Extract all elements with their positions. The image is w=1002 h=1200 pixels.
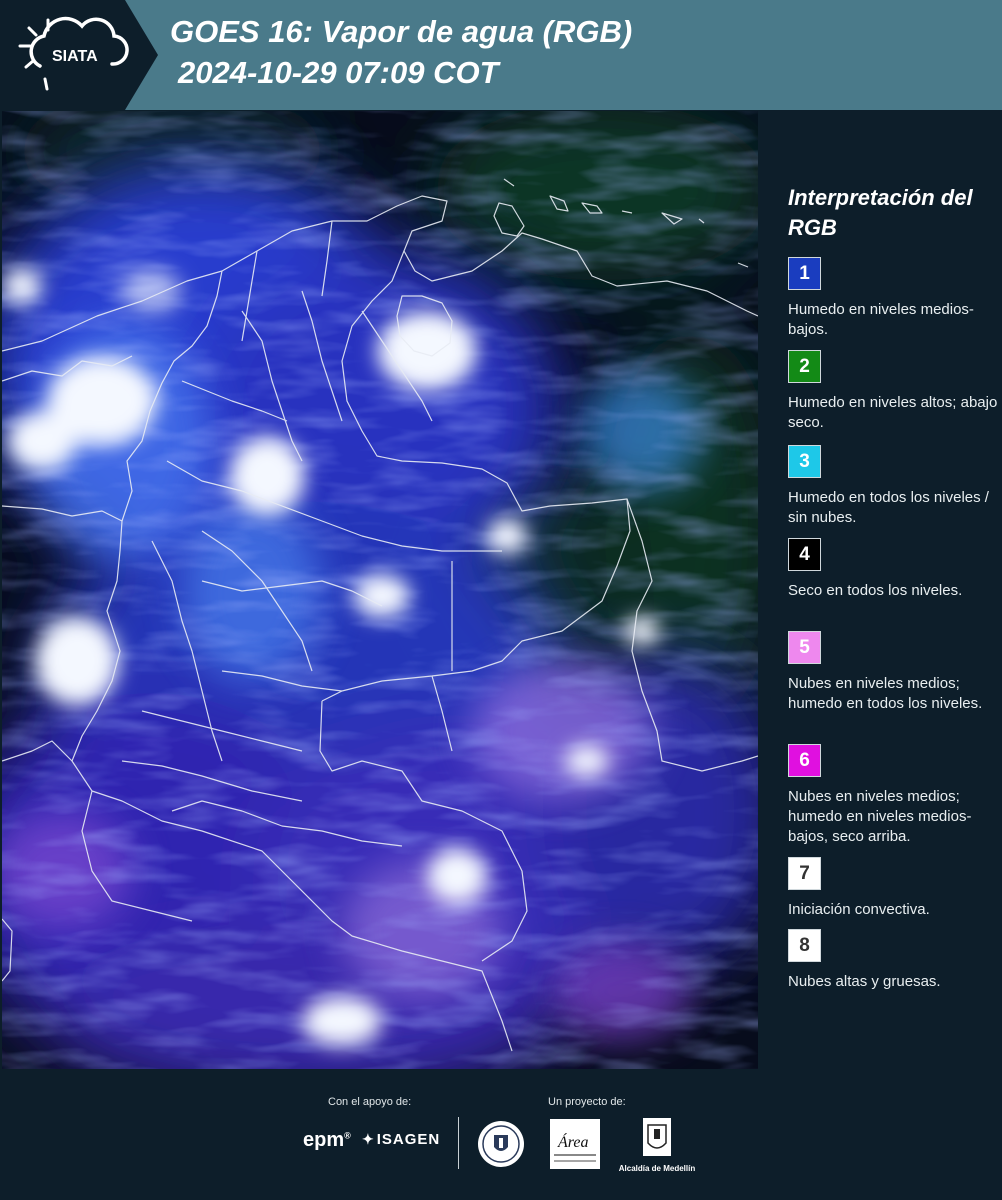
legend-item-5: 5 Nubes en niveles medios; humedo en tod… xyxy=(788,631,998,714)
header-bar: SIATA GOES 16: Vapor de agua (RGB) 2024-… xyxy=(0,0,1002,110)
siata-logo-text: SIATA xyxy=(52,48,98,65)
legend-item-7: 7 Iniciación convectiva. xyxy=(788,857,998,920)
legend-item-4: 4 Seco en todos los niveles. xyxy=(788,538,998,601)
legend-title: Interpretación del RGB xyxy=(788,185,973,240)
legend-swatch-4: 4 xyxy=(788,538,821,571)
legend-desc-7: Iniciación convectiva. xyxy=(788,901,930,918)
legend-desc-4: Seco en todos los niveles. xyxy=(788,582,963,599)
legend-swatch-2: 2 xyxy=(788,350,821,383)
footer-divider xyxy=(458,1117,459,1169)
siata-logo: SIATA xyxy=(0,0,160,110)
legend-item-6: 6 Nubes en niveles medios; humedo en niv… xyxy=(788,744,998,847)
amva-logo-text: Área xyxy=(557,1132,589,1151)
area-metropolitana-logo: Área xyxy=(550,1119,600,1174)
legend-swatch-5: 5 xyxy=(788,631,821,664)
alcaldia-medellin-logo: Alcaldía de Medellín xyxy=(612,1117,702,1173)
support-caption: Con el apoyo de: xyxy=(328,1096,412,1108)
legend-item-1: 1 Humedo en niveles medios-bajos. xyxy=(788,257,998,340)
legend-desc-1: Humedo en niveles medios-bajos. xyxy=(788,301,974,338)
legend-swatch-6: 6 xyxy=(788,744,821,777)
rgb-legend: Interpretación del RGB 1 Humedo en nivel… xyxy=(760,111,1002,1069)
legend-item-8: 8 Nubes altas y gruesas. xyxy=(788,929,998,992)
footer: Con el apoyo de: Un proyecto de: epm® ✦ I… xyxy=(0,1069,1002,1200)
legend-item-3: 3 Humedo en todos los niveles / sin nube… xyxy=(788,445,998,528)
epm-logo: epm® xyxy=(303,1129,351,1151)
legend-item-2: 2 Humedo en niveles altos; abajo seco. xyxy=(788,350,998,433)
legend-desc-3: Humedo en todos los niveles / sin nubes. xyxy=(788,489,989,526)
isagen-logo: ✦ ISAGEN xyxy=(362,1131,441,1148)
timestamp-title: 2024-10-29 07:09 COT xyxy=(178,55,499,90)
satellite-map xyxy=(2,111,758,1069)
alcaldia-label: Alcaldía de Medellín xyxy=(618,1164,696,1173)
legend-swatch-7: 7 xyxy=(788,857,821,890)
legend-swatch-8: 8 xyxy=(788,929,821,962)
medellin-seal-logo xyxy=(476,1119,526,1174)
legend-desc-2: Humedo en niveles altos; abajo seco. xyxy=(788,394,998,431)
legend-desc-8: Nubes altas y gruesas. xyxy=(788,973,941,990)
legend-desc-6: Nubes en niveles medios; humedo en nivel… xyxy=(788,788,972,845)
project-caption: Un proyecto de: xyxy=(548,1096,626,1108)
page-title: GOES 16: Vapor de agua (RGB) xyxy=(170,14,633,49)
legend-swatch-3: 3 xyxy=(788,445,821,478)
legend-desc-5: Nubes en niveles medios; humedo en todos… xyxy=(788,675,983,712)
legend-swatch-1: 1 xyxy=(788,257,821,290)
